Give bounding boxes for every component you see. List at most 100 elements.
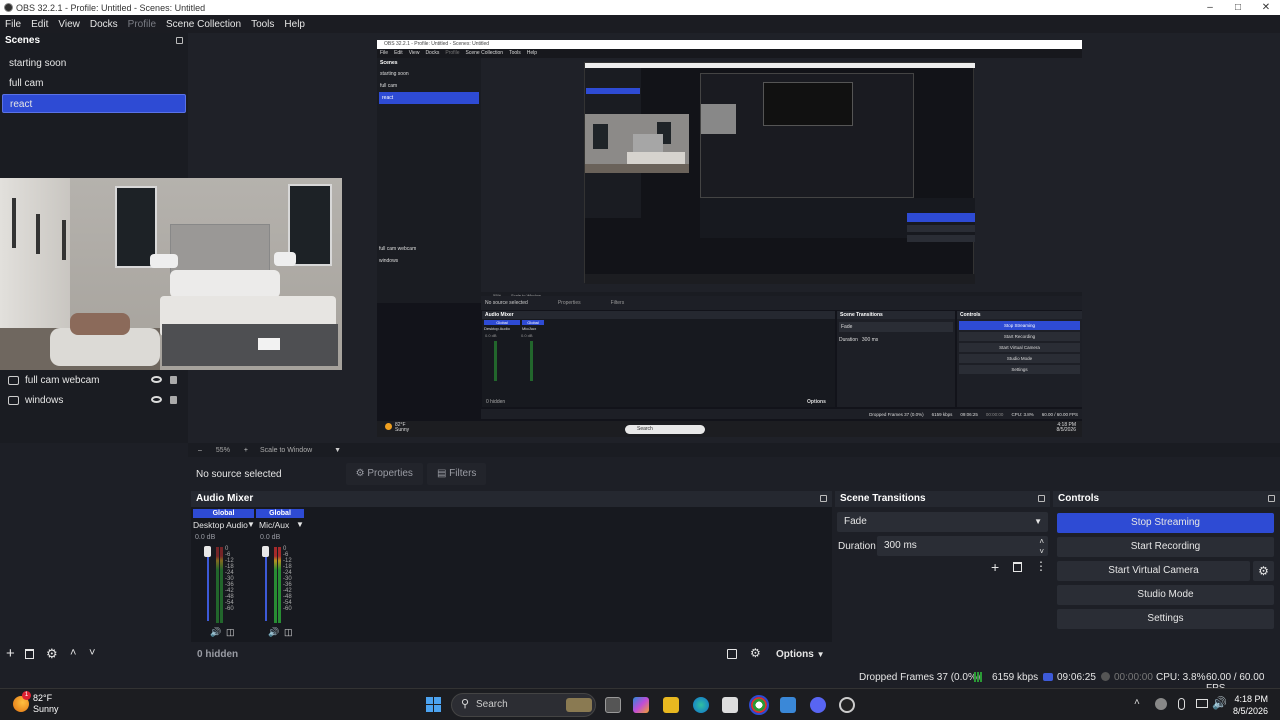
minimize-icon[interactable]: –: [1196, 0, 1224, 15]
nested-ctl-button: Stop Streaming: [959, 321, 1080, 330]
volume-fader[interactable]: [265, 549, 267, 621]
headphones-icon[interactable]: ◫: [226, 628, 235, 637]
nested-source-item: windows: [379, 258, 399, 264]
menu-edit[interactable]: Edit: [26, 19, 53, 30]
menu-profile[interactable]: Profile: [123, 19, 161, 30]
undock-icon[interactable]: [820, 495, 827, 502]
speaker-icon[interactable]: 🔊: [210, 628, 221, 637]
properties-button[interactable]: ⚙ Properties: [345, 463, 423, 485]
gear-icon[interactable]: ⚙: [1253, 561, 1274, 581]
microphone-icon[interactable]: [1178, 698, 1185, 710]
speaker-icon[interactable]: 🔊: [268, 628, 279, 637]
fader-knob[interactable]: [204, 546, 211, 557]
nested3-preview: [700, 73, 914, 198]
zoom-out-icon[interactable]: –: [198, 447, 202, 454]
store-icon[interactable]: [722, 697, 738, 713]
undock-icon[interactable]: [1038, 495, 1045, 502]
preview-canvas[interactable]: OBS 32.2.1 - Profile: Untitled - Scenes:…: [377, 40, 1082, 437]
network-icon[interactable]: [1196, 699, 1208, 708]
channel-tag: Global: [193, 509, 254, 518]
zoom-in-icon[interactable]: +: [244, 447, 248, 454]
add-scene-icon[interactable]: +: [6, 645, 15, 662]
nested-duration: 300 ms: [861, 337, 879, 343]
chevron-down-icon[interactable]: ▼: [247, 520, 255, 529]
photos-icon[interactable]: [780, 697, 796, 713]
headphones-icon[interactable]: ◫: [284, 628, 293, 637]
menu-scene-collection[interactable]: Scene Collection: [161, 19, 246, 30]
eye-icon[interactable]: [151, 376, 162, 383]
move-up-icon[interactable]: ˄: [70, 647, 76, 659]
trash-icon[interactable]: [1013, 562, 1022, 572]
notification-badge: 1: [22, 691, 31, 700]
level-meter: [274, 547, 277, 623]
scene-item-full-cam[interactable]: full cam: [2, 74, 186, 93]
more-icon[interactable]: ⋮: [1035, 560, 1047, 572]
channel-name[interactable]: Desktop Audio: [193, 520, 248, 530]
menu-help[interactable]: Help: [279, 19, 310, 30]
filters-label: Filters: [449, 468, 477, 479]
chevron-up-icon[interactable]: ˄: [1134, 697, 1140, 708]
source-row-webcam[interactable]: full cam webcam: [0, 370, 188, 390]
record-icon: [1101, 672, 1110, 681]
start-icon[interactable]: [426, 697, 441, 712]
volume-fader[interactable]: [207, 549, 209, 621]
tray-app-icon[interactable]: [1155, 698, 1167, 710]
chevron-down-icon[interactable]: ▼: [334, 447, 341, 454]
mixer-settings-icon[interactable]: ⚙: [750, 646, 761, 660]
taskbar-search[interactable]: ⚲ Search: [451, 693, 596, 717]
layout-icon[interactable]: [727, 649, 737, 659]
menu-tools[interactable]: Tools: [246, 19, 279, 30]
channel-name[interactable]: Mic/Aux: [259, 520, 289, 530]
nested-source-bar: No source selected Properties Filters: [481, 296, 1082, 310]
undock-icon[interactable]: [176, 37, 183, 44]
scale-mode[interactable]: Scale to Window: [260, 447, 312, 454]
scene-item-starting-soon[interactable]: starting soon: [2, 54, 186, 73]
menu-docks[interactable]: Docks: [85, 19, 123, 30]
menu-file[interactable]: File: [0, 19, 26, 30]
chevron-down-icon[interactable]: ▼: [296, 520, 304, 529]
copilot-icon[interactable]: [633, 697, 649, 713]
scene-item-react[interactable]: react: [2, 94, 186, 113]
undock-icon[interactable]: [1268, 495, 1275, 502]
task-view-icon[interactable]: [605, 697, 621, 713]
lock-icon[interactable]: [170, 396, 177, 404]
nested-mixer-title: Audio Mixer: [482, 311, 835, 319]
start-recording-button[interactable]: Start Recording: [1057, 537, 1274, 557]
studio-mode-button[interactable]: Studio Mode: [1057, 585, 1274, 605]
nested4-preview: [763, 82, 853, 126]
settings-button[interactable]: Settings: [1057, 609, 1274, 629]
properties-label: Properties: [367, 468, 413, 479]
volume-icon[interactable]: 🔊: [1212, 696, 1227, 710]
file-explorer-icon[interactable]: [663, 697, 679, 713]
filters-button[interactable]: ▤ Filters: [426, 463, 487, 485]
fader-knob[interactable]: [262, 546, 269, 557]
source-row-windows[interactable]: windows: [0, 390, 188, 410]
chrome-icon[interactable]: [749, 695, 769, 715]
close-icon[interactable]: ✕: [1252, 0, 1280, 15]
nested-menu-item: View: [408, 50, 420, 56]
transition-select[interactable]: Fade ▼: [837, 512, 1048, 532]
stop-streaming-button[interactable]: Stop Streaming: [1057, 513, 1274, 533]
obs-icon[interactable]: [839, 697, 855, 713]
options-button[interactable]: Options ▼: [776, 649, 824, 660]
clock[interactable]: 4:18 PM 8/5/2026: [1233, 693, 1268, 717]
search-highlight-icon: [566, 698, 592, 712]
discord-icon[interactable]: [810, 697, 826, 713]
nested-scenes: Scenes starting soon full cam react full…: [377, 58, 481, 303]
nested-properties: Properties: [557, 300, 581, 306]
trash-icon[interactable]: [25, 649, 34, 659]
window-icon: [8, 395, 19, 405]
lock-icon[interactable]: [170, 376, 177, 384]
weather-widget[interactable]: 82°F Sunny: [33, 693, 59, 715]
zoom-level[interactable]: 55%: [216, 447, 230, 454]
maximize-icon[interactable]: □: [1224, 0, 1252, 15]
eye-icon[interactable]: [151, 396, 162, 403]
menu-view[interactable]: View: [53, 19, 85, 30]
duration-input[interactable]: 300 ms ˄ ˅: [877, 536, 1048, 556]
gear-icon[interactable]: ⚙: [46, 646, 58, 662]
edge-icon[interactable]: [693, 697, 709, 713]
add-icon[interactable]: +: [991, 559, 999, 575]
start-virtual-camera-button[interactable]: Start Virtual Camera: [1057, 561, 1250, 581]
move-down-icon[interactable]: ˅: [89, 647, 95, 659]
webcam-source-image[interactable]: [0, 178, 342, 370]
